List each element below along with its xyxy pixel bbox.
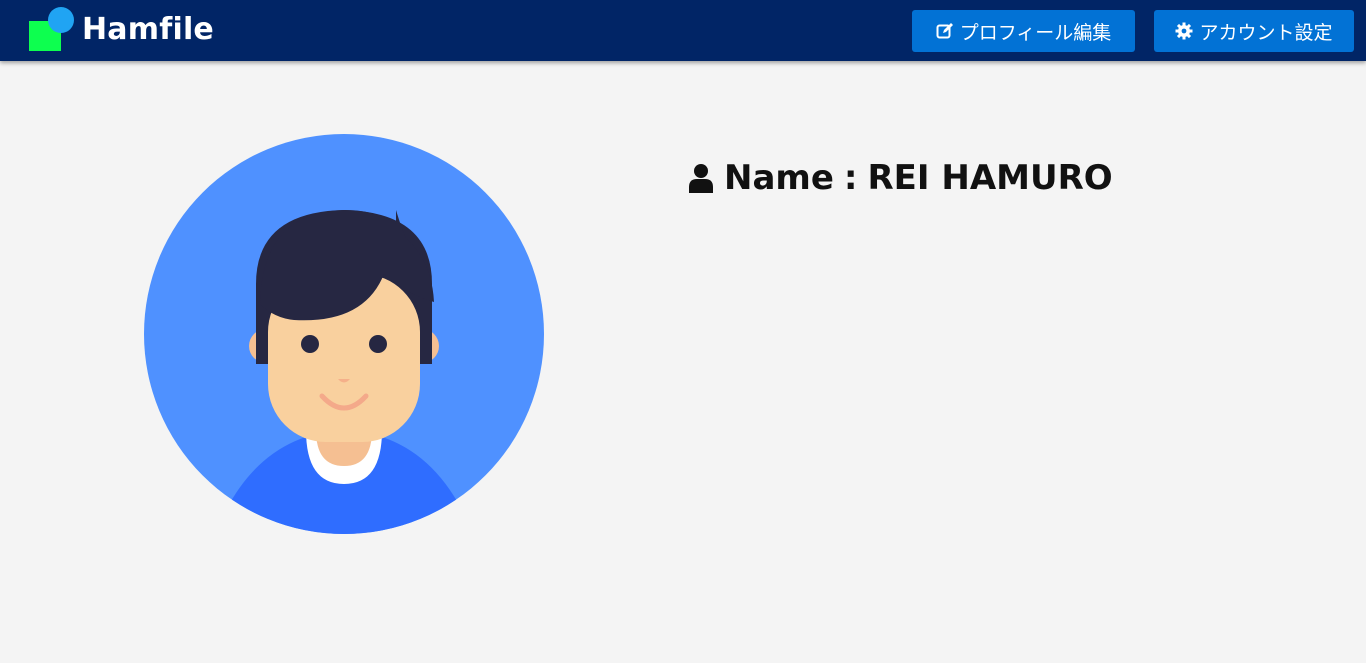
name-separator: :	[843, 158, 858, 198]
avatar	[144, 134, 544, 534]
name-label: Name	[724, 158, 834, 198]
gear-icon	[1175, 22, 1193, 40]
edit-profile-label: プロフィール編集	[959, 21, 1112, 44]
account-settings-label: アカウント設定	[1199, 21, 1333, 44]
pencil-square-icon	[936, 22, 954, 40]
account-settings-button[interactable]: アカウント設定	[1154, 10, 1354, 52]
logo-icon	[28, 5, 76, 53]
profile-name: Name : REI HAMURO	[688, 156, 1113, 200]
user-icon	[688, 163, 714, 193]
name-value: REI HAMURO	[867, 158, 1113, 198]
brand-name: Hamfile	[82, 11, 214, 47]
brand[interactable]: Hamfile	[28, 4, 214, 54]
top-navbar: Hamfile プロフィール編集 アカウント設定	[0, 0, 1366, 61]
edit-profile-button[interactable]: プロフィール編集	[912, 10, 1135, 52]
